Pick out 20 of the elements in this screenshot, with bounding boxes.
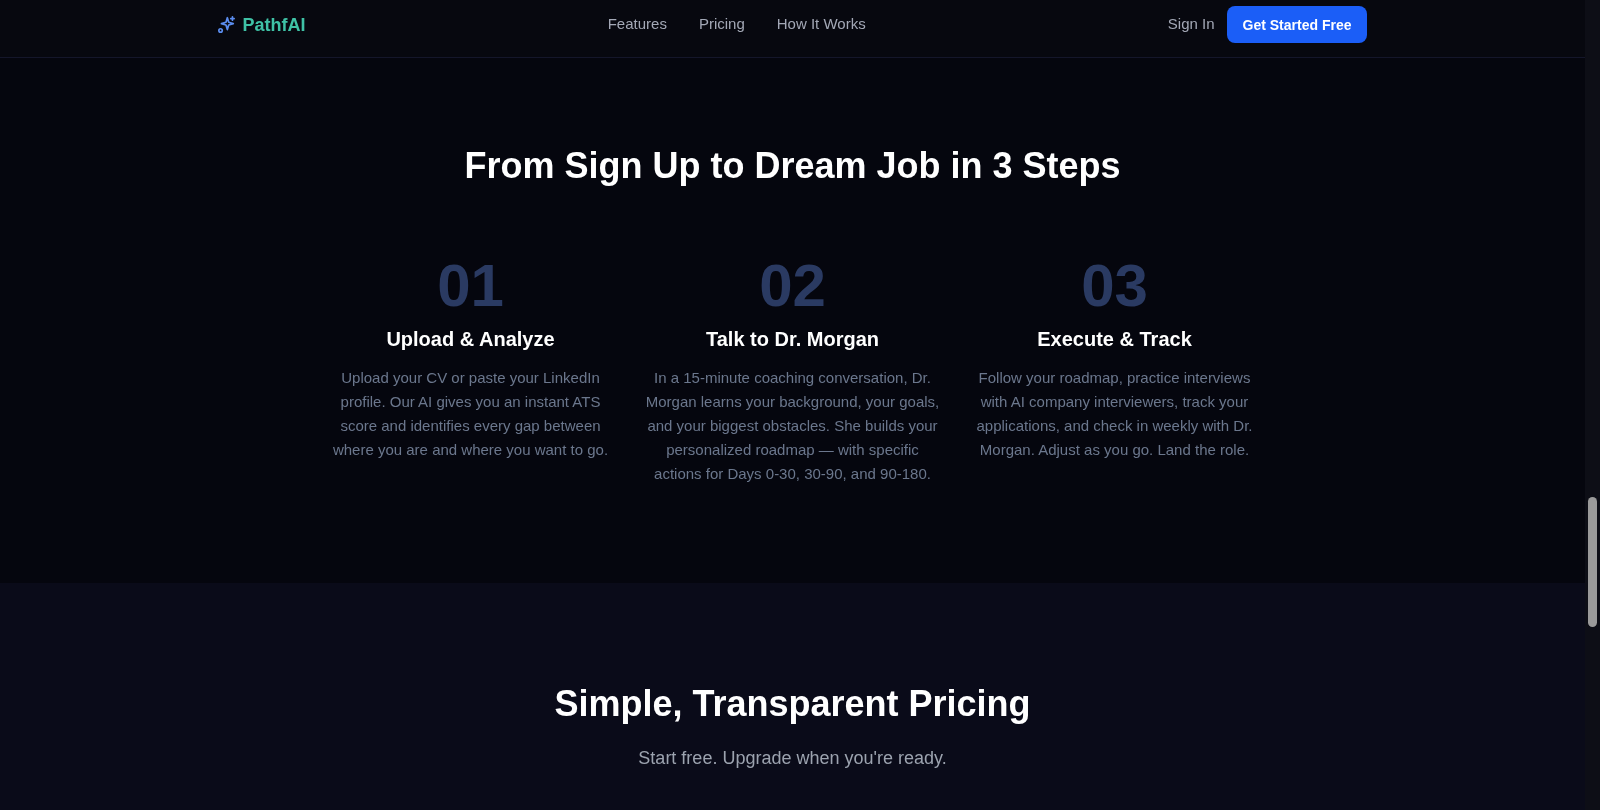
- get-started-button[interactable]: Get Started Free: [1226, 6, 1368, 43]
- step-description: Follow your roadmap, practice interviews with AI company interviewers, track your applications, and check in weekly with Dr. Morgan. Adjust as you go. Land the role.: [975, 368, 1254, 460]
- section-subtitle: Start free. Upgrade when you're ready.: [637, 747, 948, 770]
- sparkles-icon: [217, 16, 235, 33]
- step-number: 02: [759, 256, 826, 316]
- scrollbar-thumb[interactable]: [1588, 497, 1597, 627]
- step-title: Upload & Analyze: [386, 327, 555, 352]
- step-description: Upload your CV or paste your LinkedIn profile. Our AI gives you an instant ATS score and identifies every gap between where you are and where you want to go.: [331, 368, 610, 460]
- section-heading: Simple, Transparent Pricing: [553, 684, 1032, 724]
- nav-link[interactable]: How It Works: [776, 13, 866, 36]
- nav-link[interactable]: Pricing: [698, 13, 745, 36]
- step-number: 03: [1081, 256, 1148, 316]
- section-heading: From Sign Up to Dream Job in 3 Steps: [463, 146, 1122, 186]
- step-number: 01: [437, 256, 504, 316]
- step-description: In a 15-minute coaching conversation, Dr. Morgan learns your background, your goals, and your biggest obstacles. She builds your personalized roadmap — with specific actions for Days 0-30, 30-90, and 90-180.: [644, 368, 941, 484]
- logo-text[interactable]: PathfAI: [242, 10, 306, 39]
- sign-in-link[interactable]: Sign In: [1167, 13, 1215, 36]
- step-title: Talk to Dr. Morgan: [706, 327, 879, 352]
- nav-link[interactable]: Features: [607, 13, 667, 36]
- step-title: Execute & Track: [1037, 327, 1192, 352]
